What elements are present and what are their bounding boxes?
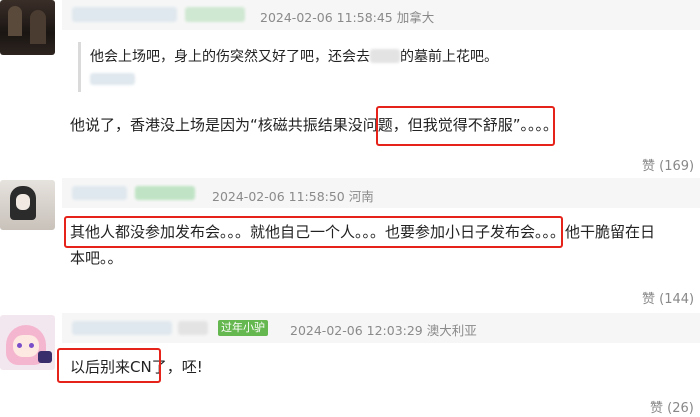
avatar[interactable] bbox=[0, 180, 55, 230]
location: 澳大利亚 bbox=[426, 323, 477, 338]
highlight-box bbox=[376, 106, 555, 146]
highlight-box bbox=[57, 348, 161, 383]
avatar[interactable] bbox=[0, 0, 55, 55]
timestamp: 2024-02-06 11:58:50 bbox=[212, 189, 345, 204]
user-title-badge: 过年小驴 bbox=[218, 320, 268, 336]
user-level-badge bbox=[185, 7, 245, 22]
location: 河南 bbox=[348, 189, 374, 204]
username[interactable] bbox=[72, 186, 127, 200]
redacted-name bbox=[370, 49, 400, 63]
comment-meta: 2024-02-06 12:03:29 澳大利亚 bbox=[290, 320, 477, 339]
comment-meta: 2024-02-06 11:58:45 加拿大 bbox=[260, 7, 434, 26]
quote-author[interactable] bbox=[90, 73, 135, 85]
quote-text: 他会上场吧，身上的伤突然又好了吧，还会去 的墓前上花吧。 bbox=[90, 49, 498, 65]
avatar[interactable] bbox=[0, 315, 55, 370]
comment-body-line: 本吧。。 bbox=[70, 249, 123, 267]
comment-meta: 2024-02-06 11:58:50 河南 bbox=[212, 186, 374, 205]
user-level-badge bbox=[178, 321, 208, 335]
like-button[interactable]: 赞 (26) bbox=[650, 397, 694, 416]
quoted-comment: 他会上场吧，身上的伤突然又好了吧，还会去 的墓前上花吧。 bbox=[78, 42, 601, 92]
timestamp: 2024-02-06 12:03:29 bbox=[290, 323, 423, 338]
highlight-box bbox=[64, 216, 563, 248]
username[interactable] bbox=[72, 321, 172, 335]
timestamp: 2024-02-06 11:58:45 bbox=[260, 10, 393, 25]
like-button[interactable]: 赞 (169) bbox=[642, 155, 694, 174]
like-button[interactable]: 赞 (144) bbox=[642, 288, 694, 307]
location: 加拿大 bbox=[396, 10, 435, 25]
username[interactable] bbox=[72, 7, 177, 22]
user-level-badge bbox=[135, 186, 195, 200]
